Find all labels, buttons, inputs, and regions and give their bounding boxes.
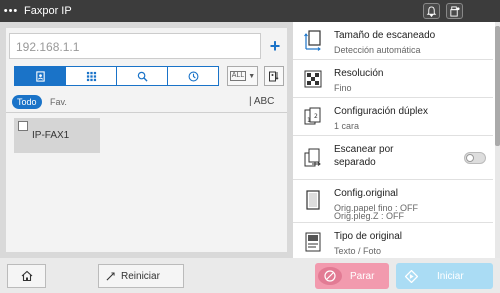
bell-icon	[426, 5, 437, 17]
menu-button[interactable]: •••	[0, 0, 22, 22]
app-title: Faxpor IP	[24, 5, 72, 17]
duplex-title: Configuración dúplex	[334, 106, 428, 117]
device-status-icon	[450, 5, 460, 17]
tab-address-book[interactable]	[15, 67, 66, 85]
duplex-value: 1 cara	[334, 121, 360, 131]
start-icon	[399, 267, 423, 285]
filter-dropdown-value: ALL	[229, 71, 247, 81]
svg-text:1: 1	[307, 117, 311, 124]
separate-scan-icon	[303, 147, 323, 169]
tab-history[interactable]	[168, 67, 218, 85]
address-book-icon	[35, 70, 45, 82]
destination-checkbox[interactable]	[18, 121, 28, 131]
scan-size-title: Tamaño de escaneado	[334, 30, 436, 41]
original-type-icon	[303, 231, 323, 253]
settings-panel: Tamaño de escaneado Detección automática…	[293, 22, 500, 258]
index-chip-abc[interactable]: | ABC	[249, 96, 274, 107]
setting-resolution[interactable]: Resolución Fino	[293, 60, 493, 98]
view-tabs	[14, 66, 219, 86]
svg-text:2: 2	[314, 113, 318, 120]
scrollbar-thumb[interactable]	[495, 26, 500, 146]
setting-original[interactable]: Config.original Orig.papel fino : OFF Or…	[293, 180, 493, 223]
resolution-icon	[303, 68, 323, 90]
stop-icon	[318, 267, 342, 285]
tab-keypad[interactable]	[66, 67, 117, 85]
reset-icon	[99, 271, 121, 281]
original-settings-icon	[303, 189, 323, 211]
original-settings-title: Config.original	[334, 188, 398, 199]
divider	[6, 112, 287, 113]
resolution-title: Resolución	[334, 68, 384, 79]
resolution-value: Fino	[334, 83, 352, 93]
setting-separate-scan[interactable]: Escanear por separado	[293, 136, 493, 180]
reset-label: Reiniciar	[121, 270, 160, 282]
caret-down-icon: ▼	[248, 72, 256, 80]
toggle-knob	[466, 154, 474, 162]
index-filter-row: Todo Fav. | ABC	[6, 94, 287, 110]
history-icon	[188, 71, 198, 81]
address-input[interactable]: 192.168.1.1	[9, 33, 261, 59]
original-type-title: Tipo de original	[334, 231, 403, 242]
scan-size-icon	[303, 30, 323, 52]
destination-item[interactable]: IP-FAX1	[14, 118, 100, 153]
separate-scan-toggle[interactable]	[464, 152, 486, 164]
more-dots-icon: •••	[3, 5, 19, 17]
address-detail-icon	[269, 71, 279, 82]
separate-scan-title-line2: separado	[334, 157, 376, 168]
separate-scan-title-line1: Escanear por	[334, 144, 394, 155]
reset-button[interactable]: Reiniciar	[98, 264, 184, 288]
tab-search[interactable]	[117, 67, 168, 85]
duplex-icon: 12	[303, 106, 323, 128]
machine-status-button[interactable]	[446, 3, 463, 19]
address-detail-button[interactable]	[264, 66, 284, 86]
search-icon	[137, 71, 148, 82]
notification-button[interactable]	[423, 3, 440, 19]
home-icon	[21, 270, 32, 282]
stop-button[interactable]: Parar	[315, 263, 389, 289]
setting-duplex[interactable]: 12 Configuración dúplex 1 cara	[293, 98, 493, 136]
keypad-icon	[86, 71, 96, 81]
original-settings-line2: Orig.pleg.Z : OFF	[334, 211, 405, 221]
destination-label: IP-FAX1	[32, 130, 70, 141]
add-address-button[interactable]: +	[266, 33, 284, 59]
start-label: Iniciar	[437, 270, 464, 282]
setting-original-type[interactable]: Tipo de original Texto / Foto	[293, 223, 493, 258]
original-type-value: Texto / Foto	[334, 246, 382, 256]
start-button[interactable]: Iniciar	[396, 263, 493, 289]
destination-panel: 192.168.1.1 + ALL ▼ Todo Fav. | ABC IP-F…	[6, 28, 287, 252]
bottom-bar: Reiniciar Parar Iniciar	[0, 258, 500, 293]
home-button[interactable]	[7, 264, 46, 288]
scan-size-value: Detección automática	[334, 45, 421, 55]
filter-dropdown[interactable]: ALL ▼	[227, 66, 258, 86]
settings-scrollbar[interactable]	[495, 22, 500, 258]
top-bar: ••• Faxpor IP	[0, 0, 500, 22]
index-chip-favorites[interactable]: Fav.	[50, 97, 67, 107]
index-chip-all[interactable]: Todo	[12, 95, 42, 109]
setting-scan-size[interactable]: Tamaño de escaneado Detección automática	[293, 22, 493, 60]
stop-label: Parar	[350, 270, 375, 282]
